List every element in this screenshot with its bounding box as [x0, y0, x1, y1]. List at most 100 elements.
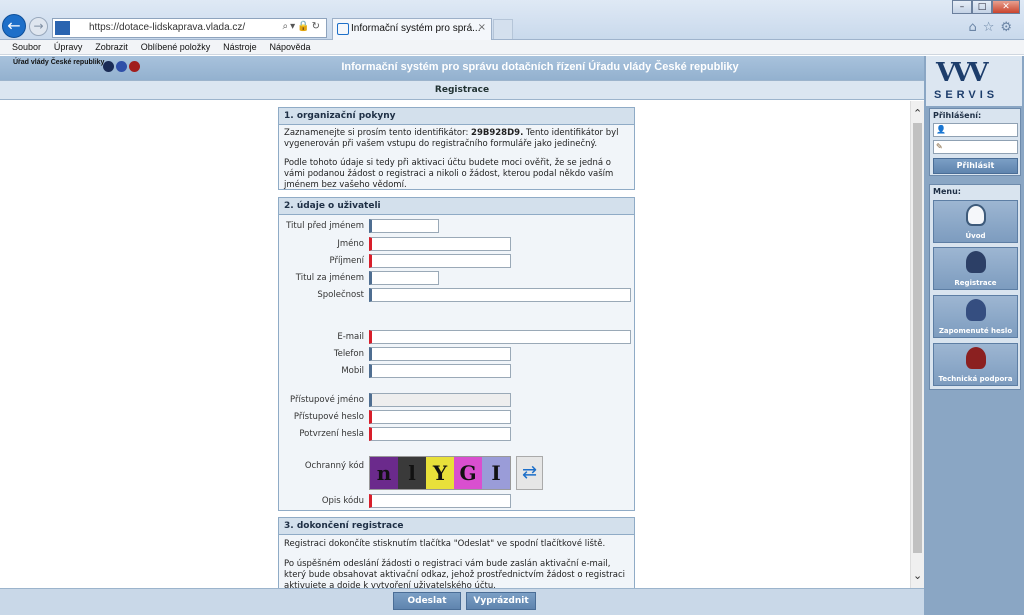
- captcha-char: I: [482, 457, 510, 489]
- forward-button[interactable]: →: [29, 17, 48, 36]
- label-password-confirm: Potvrzení hesla: [299, 429, 364, 439]
- clear-button[interactable]: Vyprázdnit: [466, 592, 536, 610]
- finish-text-2: Po úspěšném odeslání žádosti o registrac…: [284, 559, 626, 588]
- pencil-icon: ✎: [936, 142, 943, 151]
- maximize-button[interactable]: □: [972, 0, 992, 14]
- mobile-input[interactable]: [369, 364, 511, 378]
- menu-item-uvod[interactable]: Úvod: [933, 200, 1018, 243]
- phone-input[interactable]: [369, 347, 511, 361]
- label-email: E-mail: [337, 332, 364, 342]
- title-before-input[interactable]: [369, 219, 439, 233]
- section-instructions: 1. organizační pokyny Zaznamenejte si pr…: [278, 107, 635, 190]
- label-title-before: Titul před jménem: [286, 221, 364, 231]
- menu-zobrazit[interactable]: Zobrazit: [90, 40, 133, 52]
- finish-text-1: Registraci dokončíte stisknutím tlačítka…: [284, 539, 606, 549]
- servis-logo[interactable]: VVV SERVIS: [926, 56, 1022, 106]
- menu-item-label: Registrace: [954, 279, 997, 287]
- row-last-name: Příjmení: [279, 253, 634, 269]
- emblem-icon[interactable]: [103, 61, 114, 72]
- home-star-gear-icons[interactable]: ⌂☆⚙: [968, 20, 1018, 35]
- close-window-button[interactable]: ✕: [992, 0, 1020, 14]
- row-phone: Telefon: [279, 346, 634, 362]
- org-name: Úřad vlády České republiky: [13, 59, 105, 66]
- menu-soubor[interactable]: Soubor: [0, 40, 46, 52]
- browser-tab[interactable]: Informační systém pro sprá... ×: [332, 18, 492, 40]
- title-after-input[interactable]: [369, 271, 439, 285]
- menu-item-zapomenute-heslo[interactable]: Zapomenuté heslo: [933, 295, 1018, 338]
- menu-upravy[interactable]: Úpravy: [49, 40, 88, 52]
- password-input[interactable]: [369, 410, 511, 424]
- row-username: Přístupové jméno: [279, 392, 634, 408]
- password-confirm-input[interactable]: [369, 427, 511, 441]
- login-title: Přihlášení:: [933, 111, 982, 120]
- scroll-thumb[interactable]: [913, 123, 922, 553]
- row-email: E-mail: [279, 329, 634, 345]
- tab-title: Informační systém pro sprá...: [351, 23, 481, 34]
- label-captcha-copy: Opis kódu: [321, 496, 364, 506]
- menu-oblibene[interactable]: Oblíbené položky: [136, 40, 216, 52]
- scroll-up-icon[interactable]: ⌃: [913, 107, 922, 120]
- tab-icon: [337, 23, 349, 35]
- row-title-after: Titul za jménem: [279, 270, 634, 286]
- login-button[interactable]: Přihlásit: [933, 158, 1018, 174]
- row-mobile: Mobil: [279, 363, 634, 379]
- menu-item-technicka-podpora[interactable]: Technická podpora: [933, 343, 1018, 386]
- captcha-copy-input[interactable]: [369, 494, 511, 508]
- login-username-field[interactable]: 👤: [933, 123, 1018, 137]
- section-title: 1. organizační pokyny: [279, 108, 634, 125]
- address-tools-icons[interactable]: ⌕▾🔒↻: [283, 21, 322, 32]
- back-button[interactable]: ←: [2, 14, 26, 38]
- menu-item-label: Úvod: [965, 232, 986, 240]
- page-subtitle: Registrace: [0, 80, 924, 100]
- tab-close-icon[interactable]: ×: [478, 22, 486, 33]
- address-bar[interactable]: https://dotace-lidskaprava.vlada.cz/ ⌕▾🔒…: [52, 18, 327, 38]
- eu-icon[interactable]: [116, 61, 127, 72]
- url-text: https://dotace-lidskaprava.vlada.cz/: [89, 22, 246, 33]
- instruction-text-2: Podle tohoto údaje si tedy při aktivaci …: [284, 158, 614, 190]
- menu-nastroje[interactable]: Nástroje: [218, 40, 262, 52]
- company-input[interactable]: [369, 288, 631, 302]
- menu-item-label: Zapomenuté heslo: [938, 327, 1013, 335]
- captcha-char: n: [370, 457, 398, 489]
- username-input: [369, 393, 511, 407]
- label-company: Společnost: [317, 290, 364, 300]
- label-title-after: Titul za jménem: [295, 273, 364, 283]
- user-icon: 👤: [936, 125, 946, 134]
- identifier-value: 29B928D9.: [471, 128, 524, 138]
- send-button[interactable]: Odeslat: [393, 592, 461, 610]
- vertical-scrollbar[interactable]: ⌃ ⌄: [910, 101, 924, 588]
- site-icon: [55, 21, 70, 35]
- menu-bar: Soubor Úpravy Zobrazit Oblíbené položky …: [0, 40, 1024, 55]
- scroll-down-icon[interactable]: ⌄: [913, 569, 922, 582]
- captcha-image: n l Y G I: [369, 456, 511, 490]
- menu-napoveda[interactable]: Nápověda: [265, 40, 316, 52]
- label-password: Přístupové heslo: [293, 412, 364, 422]
- label-first-name: Jméno: [337, 239, 364, 249]
- first-name-input[interactable]: [369, 237, 511, 251]
- minimize-button[interactable]: –: [952, 0, 972, 14]
- label-mobile: Mobil: [341, 366, 364, 376]
- menu-item-registrace[interactable]: Registrace: [933, 247, 1018, 290]
- main-content: 1. organizační pokyny Zaznamenejte si pr…: [0, 101, 910, 588]
- captcha-char: G: [454, 457, 482, 489]
- refresh-captcha-icon[interactable]: ⇄: [516, 456, 543, 490]
- menu-title: Menu:: [933, 187, 961, 196]
- label-phone: Telefon: [333, 349, 364, 359]
- page-header: Úřad vlády České republiky Informační sy…: [0, 56, 924, 80]
- last-name-input[interactable]: [369, 254, 511, 268]
- new-tab-button[interactable]: [493, 19, 513, 39]
- label-captcha: Ochranný kód: [304, 461, 364, 471]
- label-last-name: Příjmení: [329, 256, 364, 266]
- row-company: Společnost: [279, 287, 634, 303]
- captcha-char: l: [398, 457, 426, 489]
- instruction-text-1: Zaznamenejte si prosím tento identifikát…: [284, 128, 619, 149]
- right-sidebar: VVV SERVIS Přihlášení: 👤 ✎ Přihlásit Men…: [924, 56, 1024, 615]
- login-password-field[interactable]: ✎: [933, 140, 1018, 154]
- section-finish: 3. dokončení registrace Registraci dokon…: [278, 517, 635, 588]
- browser-chrome: ← → https://dotace-lidskaprava.vlada.cz/…: [0, 0, 1024, 40]
- logo-word: SERVIS: [934, 89, 999, 101]
- row-title-before: Titul před jménem: [279, 218, 634, 234]
- support-person-icon: [966, 347, 986, 369]
- email-input[interactable]: [369, 330, 631, 344]
- info-red-icon[interactable]: [129, 61, 140, 72]
